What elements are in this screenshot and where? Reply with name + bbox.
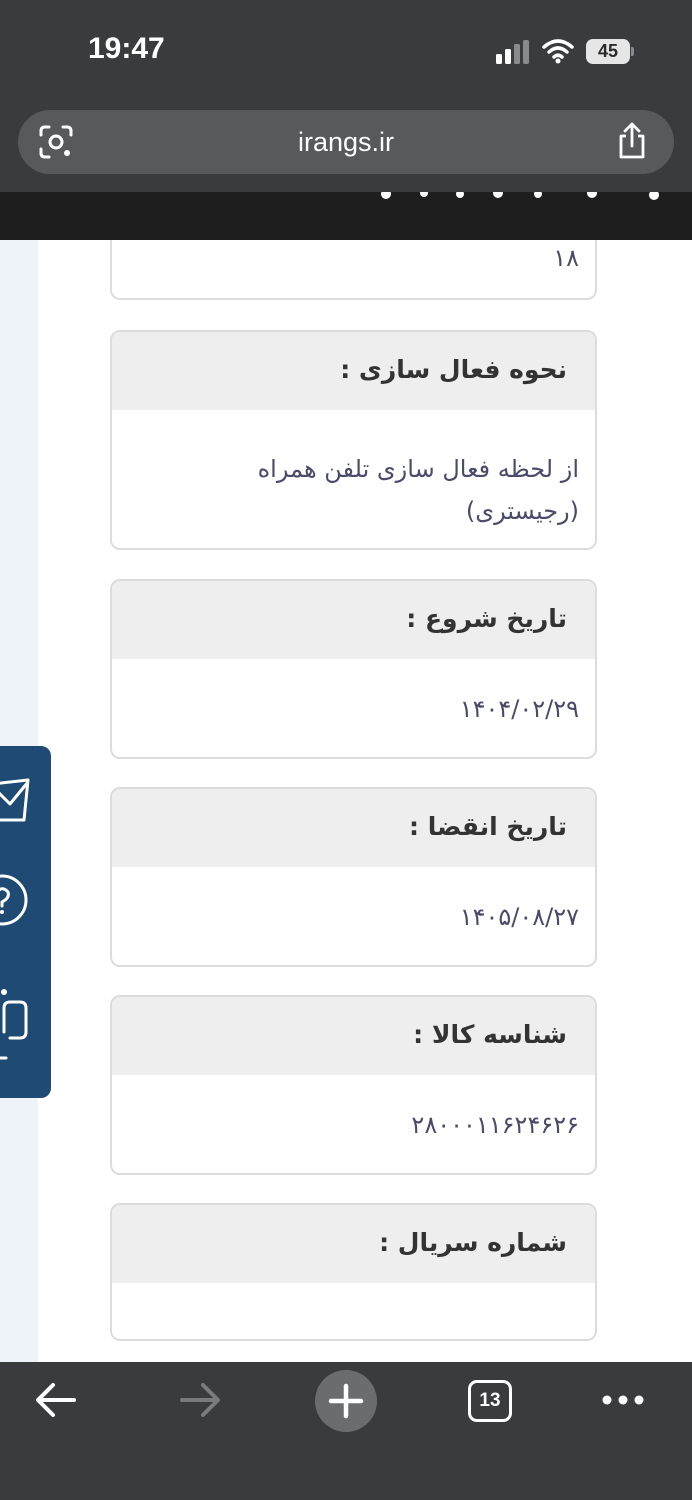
serial-number-card: شماره سریال : xyxy=(110,1203,597,1341)
share-icon[interactable] xyxy=(616,122,648,160)
activation-value: از لحظه فعال سازی تلفن همراه (رجیستری) xyxy=(112,410,595,532)
partial-card-value-text: ۱۸ xyxy=(553,244,579,272)
plus-icon xyxy=(328,1383,364,1419)
expiry-date-value: ۱۴۰۵/۰۸/۲۷ xyxy=(112,867,595,931)
expiry-date-value-text: ۱۴۰۵/۰۸/۲۷ xyxy=(459,903,579,931)
battery-icon: 45 xyxy=(586,39,630,64)
partial-card-value: ۱۸ xyxy=(112,240,595,272)
url-bar[interactable]: irangs.ir xyxy=(18,110,674,174)
browser-address-area: irangs.ir xyxy=(0,100,692,192)
serial-number-label: شماره سریال : xyxy=(112,1205,595,1283)
url-text[interactable]: irangs.ir xyxy=(18,110,674,174)
site-header-clipped-text xyxy=(381,192,659,200)
status-time: 19:47 xyxy=(88,32,165,65)
start-date-value-text: ۱۴۰۴/۰۲/۲۹ xyxy=(459,695,579,723)
signal-icon xyxy=(496,40,529,64)
page-content: ۱۸ نحوه فعال سازی : از لحظه فعال سازی تل… xyxy=(0,240,692,1362)
expiry-date-label: تاریخ انقضا : xyxy=(112,789,595,867)
tab-count: 13 xyxy=(479,1390,501,1411)
start-date-value: ۱۴۰۴/۰۲/۲۹ xyxy=(112,659,595,723)
activation-label: نحوه فعال سازی : xyxy=(112,332,595,410)
activation-card: نحوه فعال سازی : از لحظه فعال سازی تلفن … xyxy=(110,330,597,550)
more-icon[interactable] xyxy=(600,1390,646,1410)
wifi-icon xyxy=(542,39,574,64)
mail-icon[interactable] xyxy=(0,774,34,826)
product-id-value: ۲۸۰۰۰۱۱۶۲۴۶۲۶ xyxy=(112,1075,595,1139)
battery-level: 45 xyxy=(597,41,619,61)
back-icon[interactable] xyxy=(34,1380,78,1420)
product-id-value-text: ۲۸۰۰۰۱۱۶۲۴۶۲۶ xyxy=(411,1111,579,1139)
tabs-icon[interactable]: 13 xyxy=(468,1380,512,1422)
lens-icon[interactable] xyxy=(38,124,74,160)
product-id-label: شناسه کالا : xyxy=(112,997,595,1075)
battery-tip xyxy=(631,47,634,56)
activation-value-line-2: (رجیستری) xyxy=(465,497,579,525)
floating-contact-widget xyxy=(0,746,51,1098)
browser-toolbar: 13 xyxy=(0,1362,692,1500)
status-bar: 19:47 45 xyxy=(0,0,692,100)
chat-icon[interactable] xyxy=(0,986,34,1068)
help-icon[interactable] xyxy=(0,870,34,930)
activation-value-line-1: از لحظه فعال سازی تلفن همراه xyxy=(257,455,579,483)
forward-icon[interactable] xyxy=(178,1380,222,1420)
start-date-card: تاریخ شروع : ۱۴۰۴/۰۲/۲۹ xyxy=(110,579,597,759)
product-id-card: شناسه کالا : ۲۸۰۰۰۱۱۶۲۴۶۲۶ xyxy=(110,995,597,1175)
start-date-label: تاریخ شروع : xyxy=(112,581,595,659)
new-tab-button[interactable] xyxy=(315,1370,377,1432)
expiry-date-card: تاریخ انقضا : ۱۴۰۵/۰۸/۲۷ xyxy=(110,787,597,967)
site-header xyxy=(0,192,692,240)
partial-info-card: ۱۸ xyxy=(110,240,597,300)
